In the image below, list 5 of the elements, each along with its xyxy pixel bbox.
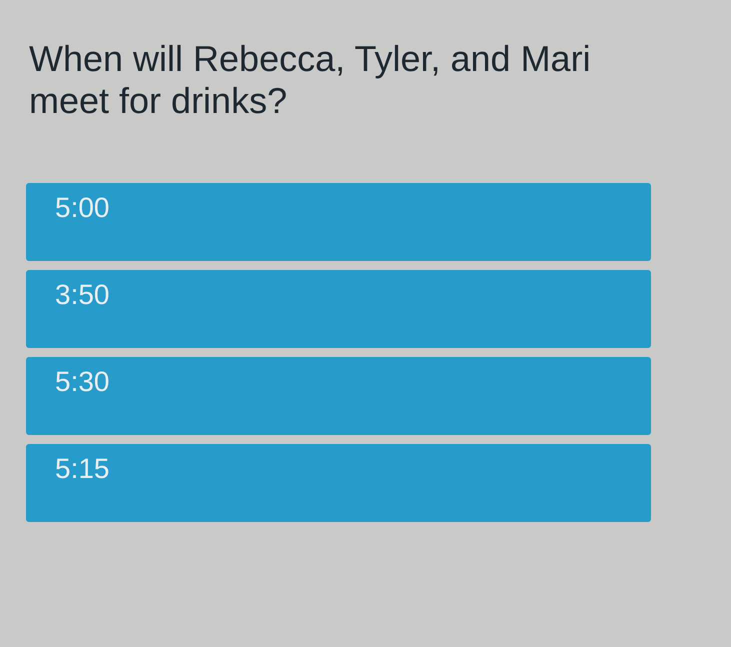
answer-option[interactable]: 3:50: [26, 270, 651, 348]
answer-option[interactable]: 5:30: [26, 357, 651, 435]
answer-option[interactable]: 5:00: [26, 183, 651, 261]
answer-option[interactable]: 5:15: [26, 444, 651, 522]
question-text: When will Rebecca, Tyler, and Mari meet for drinks?: [29, 38, 592, 122]
